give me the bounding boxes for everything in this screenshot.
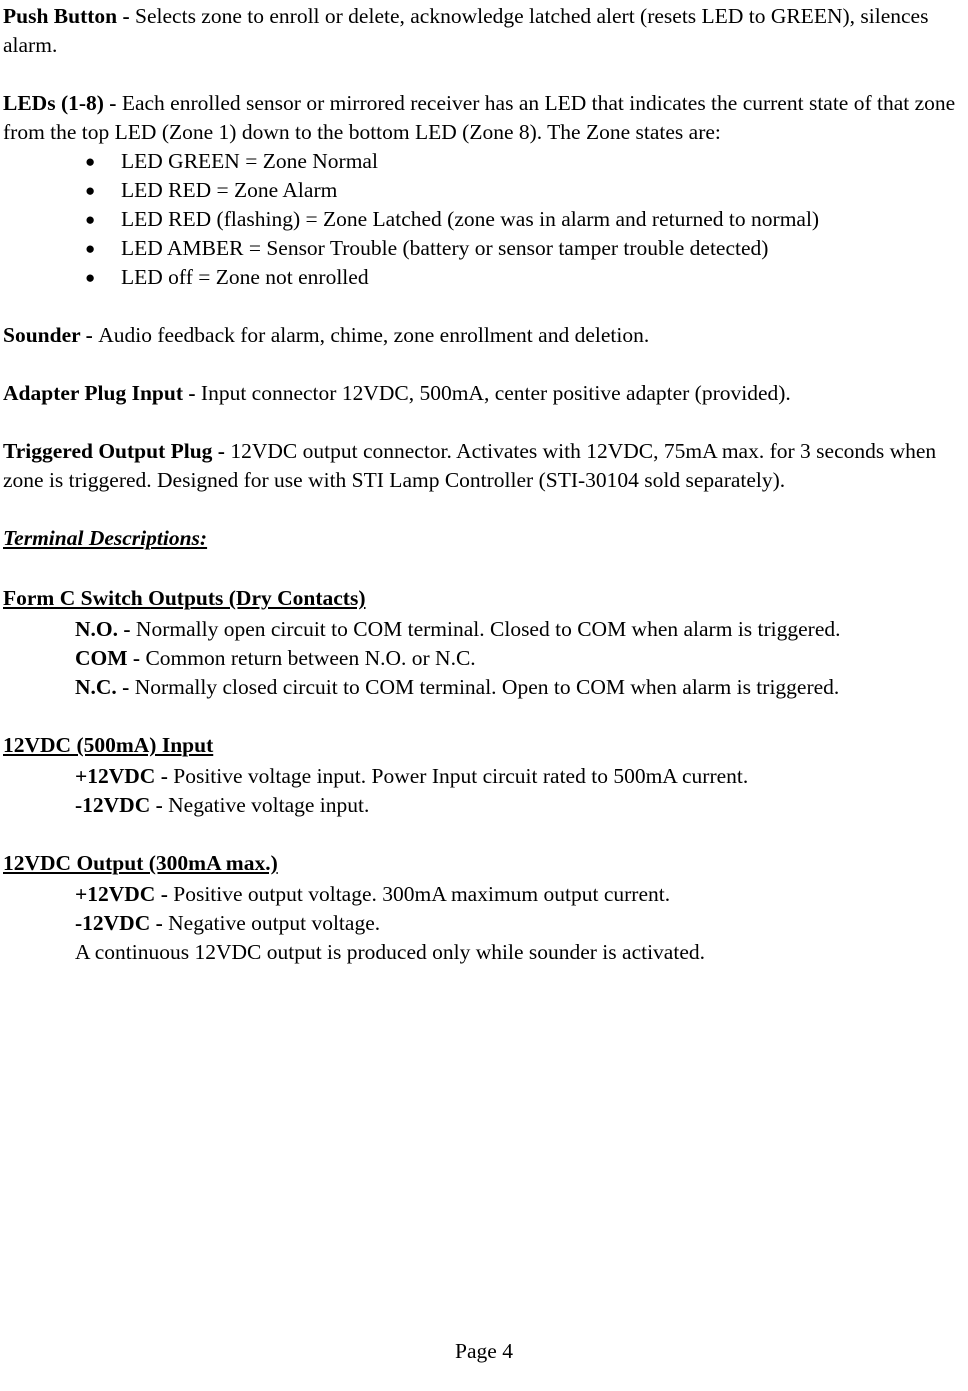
text-plus-12vdc-input: Positive voltage input. Power Input circ… bbox=[173, 764, 749, 788]
text-no: Normally open circuit to COM terminal. C… bbox=[135, 617, 841, 641]
term-leds: LEDs (1-8) - bbox=[3, 91, 122, 115]
entry-no: N.O. - Normally open circuit to COM term… bbox=[3, 615, 963, 644]
bullet-icon: ● bbox=[85, 239, 96, 258]
term-no: N.O. - bbox=[75, 617, 136, 641]
paragraph-push-button: Push Button - Selects zone to enroll or … bbox=[3, 2, 963, 60]
heading-12vdc-output: 12VDC Output (300mA max.) bbox=[3, 851, 278, 875]
bullet-icon: ● bbox=[85, 181, 96, 200]
list-item-label: LED RED = Zone Alarm bbox=[121, 178, 338, 202]
paragraph-triggered-output-plug: Triggered Output Plug - 12VDC output con… bbox=[3, 437, 963, 495]
term-plus-12vdc-output: +12VDC - bbox=[75, 882, 174, 906]
heading-form-c-switch-outputs: Form C Switch Outputs (Dry Contacts) bbox=[3, 586, 366, 610]
list-item: ● LED off = Zone not enrolled bbox=[3, 263, 963, 292]
text-minus-12vdc-input: Negative voltage input. bbox=[168, 793, 370, 817]
heading-12vdc-input: 12VDC (500mA) Input bbox=[3, 733, 214, 757]
heading-terminal-descriptions: Terminal Descriptions: bbox=[3, 526, 208, 550]
text-push-button: Selects zone to enroll or delete, acknow… bbox=[3, 4, 929, 57]
term-plus-12vdc-input: +12VDC - bbox=[75, 764, 174, 788]
entry-plus-12vdc-input: +12VDC - Positive voltage input. Power I… bbox=[3, 762, 963, 791]
text-com: Common return between N.O. or N.C. bbox=[145, 646, 476, 670]
term-com: COM - bbox=[75, 646, 146, 670]
heading-row-12vdc-output: 12VDC Output (300mA max.) bbox=[3, 849, 963, 880]
page-footer: Page 4 bbox=[455, 1339, 513, 1363]
list-item: ● LED AMBER = Sensor Trouble (battery or … bbox=[3, 234, 963, 263]
paragraph-leds: LEDs (1-8) - Each enrolled sensor or mir… bbox=[3, 89, 963, 147]
entry-plus-12vdc-output: +12VDC - Positive output voltage. 300mA … bbox=[3, 880, 963, 909]
entry-minus-12vdc-input: -12VDC - Negative voltage input. bbox=[3, 791, 963, 820]
page-content: Push Button - Selects zone to enroll or … bbox=[3, 2, 963, 967]
entry-com: COM - Common return between N.O. or N.C. bbox=[3, 644, 963, 673]
entry-minus-12vdc-output: -12VDC - Negative output voltage. bbox=[3, 909, 963, 938]
text-plus-12vdc-output: Positive output voltage. 300mA maximum o… bbox=[173, 882, 671, 906]
term-nc: N.C. - bbox=[75, 675, 135, 699]
bullet-icon: ● bbox=[85, 268, 96, 287]
entry-nc: N.C. - Normally closed circuit to COM te… bbox=[3, 673, 963, 702]
list-item: ● LED RED = Zone Alarm bbox=[3, 176, 963, 205]
text-adapter-plug-input: Input connector 12VDC, 500mA, center pos… bbox=[200, 381, 791, 405]
text-leds: Each enrolled sensor or mirrored receive… bbox=[3, 91, 956, 144]
list-item-label: LED off = Zone not enrolled bbox=[121, 265, 369, 289]
term-sounder: Sounder - bbox=[3, 323, 99, 347]
paragraph-sounder: Sounder - Audio feedback for alarm, chim… bbox=[3, 321, 963, 350]
led-state-list: ● LED GREEN = Zone Normal ● LED RED = Zone… bbox=[3, 147, 963, 292]
list-item: ● LED GREEN = Zone Normal bbox=[3, 147, 963, 176]
list-item-label: LED AMBER = Sensor Trouble (battery or s… bbox=[121, 236, 769, 260]
text-sounder: Audio feedback for alarm, chime, zone en… bbox=[98, 323, 650, 347]
term-push-button: Push Button - bbox=[3, 4, 136, 28]
heading-row-terminal-descriptions: Terminal Descriptions: bbox=[3, 524, 963, 555]
term-minus-12vdc-input: -12VDC - bbox=[75, 793, 169, 817]
text-nc: Normally closed circuit to COM terminal.… bbox=[134, 675, 840, 699]
term-triggered-output-plug: Triggered Output Plug - bbox=[3, 439, 231, 463]
list-item: ● LED RED (flashing) = Zone Latched (zone… bbox=[3, 205, 963, 234]
list-item-label: LED RED (flashing) = Zone Latched (zone … bbox=[121, 207, 820, 231]
paragraph-adapter-plug-input: Adapter Plug Input - Input connector 12V… bbox=[3, 379, 963, 408]
list-item-label: LED GREEN = Zone Normal bbox=[121, 149, 378, 173]
heading-row-form-c: Form C Switch Outputs (Dry Contacts) bbox=[3, 584, 963, 615]
text-minus-12vdc-output: Negative output voltage. bbox=[168, 911, 381, 935]
bullet-icon: ● bbox=[85, 210, 96, 229]
term-minus-12vdc-output: -12VDC - bbox=[75, 911, 169, 935]
note-12vdc-output: A continuous 12VDC output is produced on… bbox=[75, 940, 705, 964]
document-page: Push Button - Selects zone to enroll or … bbox=[0, 0, 968, 1391]
heading-row-12vdc-input: 12VDC (500mA) Input bbox=[3, 731, 963, 762]
bullet-icon: ● bbox=[85, 152, 96, 171]
term-adapter-plug-input: Adapter Plug Input - bbox=[3, 381, 201, 405]
